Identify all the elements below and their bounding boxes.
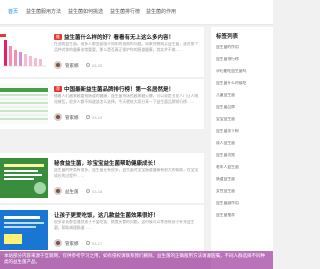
tag-link[interactable]: 益生菌的作用 (216, 45, 272, 50)
article-title[interactable]: 推益生菌什么样的好？看看有无上这么多内容！ (54, 33, 200, 41)
article-card[interactable]: 让孩子更爱吃饭，这几款益生菌效果很好！ 很多家长都会遇到孩子不爱吃饭、挑食厌食的… (0, 205, 204, 255)
post-date: 03-17 (92, 240, 103, 246)
article-thumbnail-table[interactable] (0, 84, 48, 124)
nav-item-home[interactable]: 首页 (8, 8, 18, 15)
author-avatar (54, 61, 62, 69)
post-date: 03-19 (92, 114, 103, 120)
clock-icon (86, 114, 90, 119)
tag-link[interactable]: 益生菌品牌 (216, 105, 272, 110)
post-date: 03-20 (92, 62, 103, 68)
article-excerpt: 在选购益生菌，很多人都会面临不知如何选购的问题。如果你想购买益生菌，选对那个品种… (54, 42, 199, 52)
tag-link[interactable]: 益生菌冻干粉 (216, 129, 272, 134)
tag-link[interactable]: 孕妇能吃益生菌吗 (216, 69, 272, 74)
author-avatar (54, 239, 62, 247)
tag-link[interactable]: 女性益生菌 (216, 189, 272, 194)
author-name[interactable]: 益生菌 (65, 189, 79, 195)
tag-link[interactable]: 宝宝益生菌 (216, 117, 272, 122)
article-excerpt: 很多家长都会遇到孩子不爱吃饭、挑食厌食的问题，这时候可以考虑给孩子补充益生菌，帮… (54, 220, 195, 230)
article-thumbnail-promo[interactable] (0, 210, 48, 250)
tag-link[interactable]: 益生菌推荐 (216, 213, 272, 218)
author-name[interactable]: 管家娜 (65, 63, 79, 69)
tag-link[interactable]: 肠道益生菌 (216, 177, 272, 182)
tag-link[interactable]: 儿童益生菌 (216, 93, 272, 98)
article-list: 推益生菌什么样的好？看看有无上这么多内容！ 在选购益生菌，很多人都会面临不知如何… (0, 27, 207, 269)
clock-icon (86, 240, 90, 245)
article-title[interactable]: 让孩子更爱吃饭，这几款益生菌效果很好！ (54, 211, 200, 219)
author-avatar (54, 113, 62, 121)
article-thumbnail-promo[interactable] (0, 158, 48, 198)
post-date: 03-18 (92, 188, 103, 194)
tag-link[interactable]: 益生菌排行榜 (216, 57, 272, 62)
article-card[interactable]: 秘食益生菌，珍宝宝益生菌帮助健康成长！ 益生菌的种类有很多，益生菌还有很多，益生… (0, 153, 204, 203)
article-tag: 推 (54, 34, 62, 40)
nav-item-ranking[interactable]: 益生菌排行榜 (110, 8, 140, 15)
tag-sidebar: 标签列表 益生菌的作用 益生菌排行榜 孕妇能吃益生菌吗 益生菌什么时候吃 儿童益… (211, 27, 273, 269)
article-excerpt: 益生菌的种类有很多，益生菌还有很多，益生菌对宝宝肠道健康有很大的帮助，在宝宝成长… (54, 168, 199, 178)
article-thumbnail-chart[interactable] (0, 32, 48, 72)
sidebar-title: 标签列表 (216, 34, 239, 40)
nav-item-usage[interactable]: 益生菌服用方法 (26, 8, 61, 15)
tag-link[interactable]: 益生菌什么时候吃 (216, 81, 272, 86)
notice-banner: 本站部分内容来源于互联网，仅供参考学习之用，如有侵权请联系我们删除。益生菌的正确… (0, 251, 273, 269)
tag-link[interactable]: 老年人益生菌 (216, 165, 272, 170)
author-avatar (54, 187, 62, 195)
article-title[interactable]: 荐中国最新益生菌品牌排行榜！第一名居然是！ (54, 85, 200, 93)
article-card[interactable]: 荐中国最新益生菌品牌排行榜！第一名居然是！ 随着人们越来越重视肠道的健康，益生菌… (0, 79, 204, 129)
clock-icon (86, 188, 90, 193)
tag-link[interactable]: 成人益生菌 (216, 141, 272, 146)
nav-item-choose[interactable]: 益生菌如何挑选 (68, 8, 103, 15)
article-card[interactable]: 推益生菌什么样的好？看看有无上这么多内容！ 在选购益生菌，很多人都会面临不知如何… (0, 27, 204, 77)
tag-link[interactable]: 益生菌副作用 (216, 201, 272, 206)
article-excerpt: 随着人们越来越重视肠道的健康，益生菌市场也越来越火爆，可以说是五花八门让人眼花缭… (54, 94, 199, 104)
clock-icon (86, 62, 90, 67)
nav-item-effects[interactable]: 益生菌的作用 (146, 8, 176, 15)
author-name[interactable]: 管家娜 (65, 115, 79, 121)
author-name[interactable]: 管家娜 (65, 241, 79, 247)
article-title[interactable]: 秘食益生菌，珍宝宝益生菌帮助健康成长！ (54, 159, 200, 167)
top-navigation: 首页 益生菌服用方法 益生菌如何挑选 益生菌排行榜 益生菌的作用 (0, 0, 273, 25)
tag-link[interactable]: 益生菌功效 (216, 153, 272, 158)
article-tag: 荐 (54, 86, 62, 92)
